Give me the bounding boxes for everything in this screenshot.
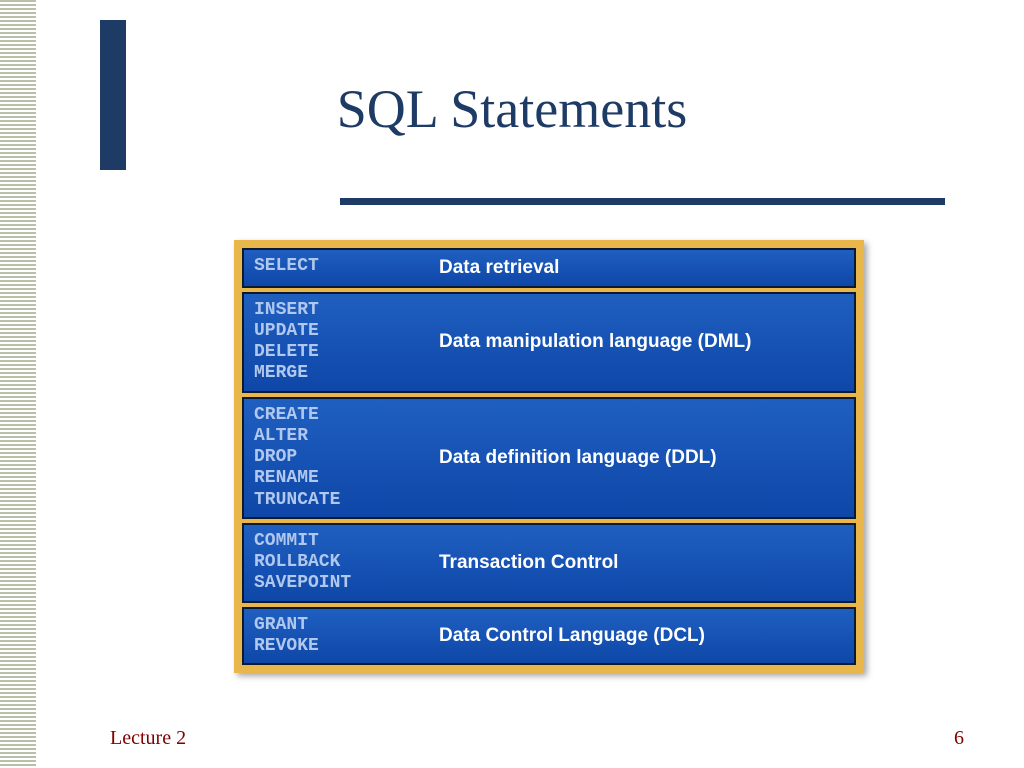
description-cell: Data retrieval [429, 250, 854, 286]
footer-lecture: Lecture 2 [110, 727, 186, 750]
commands-cell: INSERT UPDATE DELETE MERGE [244, 294, 429, 391]
description-cell: Data definition language (DDL) [429, 399, 854, 517]
table-row: COMMIT ROLLBACK SAVEPOINT Transaction Co… [242, 523, 856, 603]
table-row: SELECT Data retrieval [242, 248, 856, 288]
statements-table: SELECT Data retrieval INSERT UPDATE DELE… [234, 240, 864, 673]
commands-cell: COMMIT ROLLBACK SAVEPOINT [244, 525, 429, 601]
description-cell: Transaction Control [429, 525, 854, 601]
slide-title: SQL Statements [0, 78, 1024, 140]
table-row: INSERT UPDATE DELETE MERGE Data manipula… [242, 292, 856, 393]
commands-cell: SELECT [244, 250, 429, 286]
description-cell: Data Control Language (DCL) [429, 609, 854, 663]
table-row: GRANT REVOKE Data Control Language (DCL) [242, 607, 856, 665]
horizontal-rule [340, 198, 945, 205]
description-cell: Data manipulation language (DML) [429, 294, 854, 391]
commands-cell: GRANT REVOKE [244, 609, 429, 663]
footer-page-number: 6 [954, 727, 964, 750]
commands-cell: CREATE ALTER DROP RENAME TRUNCATE [244, 399, 429, 517]
table-row: CREATE ALTER DROP RENAME TRUNCATE Data d… [242, 397, 856, 519]
slide: SQL Statements SELECT Data retrieval INS… [0, 0, 1024, 768]
